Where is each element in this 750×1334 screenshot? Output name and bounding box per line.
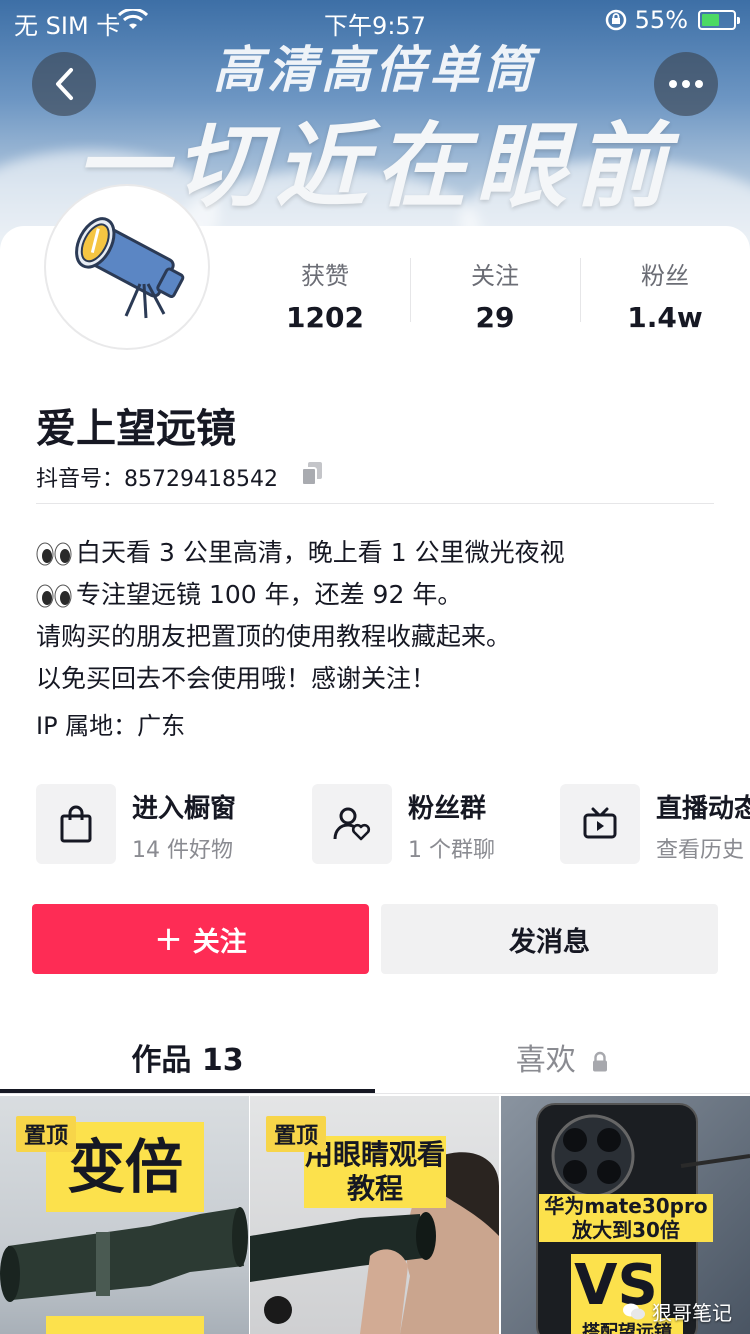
video-thumbnail[interactable]: 华为mate30pro放大到30倍 VS 搭配望远镜 狠哥笔记 bbox=[501, 1096, 750, 1334]
profile-divider bbox=[36, 503, 714, 504]
tab-works-label: 作品 13 bbox=[131, 1043, 244, 1078]
copy-icon[interactable] bbox=[300, 461, 324, 487]
bio-text: 专注望远镜 100 年，还差 92 年。 bbox=[76, 580, 463, 609]
avatar[interactable] bbox=[44, 184, 210, 350]
feature-fan-group[interactable]: 粉丝群 1 个群聊 bbox=[312, 784, 552, 864]
pinned-badge: 置顶 bbox=[266, 1116, 327, 1152]
stat-label: 粉丝 bbox=[641, 262, 689, 290]
lock-icon bbox=[593, 1051, 608, 1071]
chevron-left-icon bbox=[56, 68, 73, 100]
eyes-emoji-icon bbox=[36, 542, 72, 566]
bio-line: 专注望远镜 100 年，还差 92 年。 bbox=[36, 574, 565, 616]
video-subtitle-banner bbox=[46, 1316, 204, 1334]
status-bar: 无 SIM 卡 下午9:57 55% bbox=[0, 0, 750, 40]
more-dots-icon bbox=[669, 80, 703, 88]
profile-bio: 白天看 3 公里高清，晚上看 1 公里微光夜视 专注望远镜 100 年，还差 9… bbox=[36, 532, 565, 700]
fan-group-icon bbox=[333, 807, 371, 841]
profile-stats: 获赞 1202 关注 29 粉丝 1.4w bbox=[240, 256, 750, 334]
more-button[interactable] bbox=[654, 52, 718, 116]
bio-line: 请购买的朋友把置顶的使用教程收藏起来。 bbox=[36, 622, 512, 651]
tab-divider bbox=[0, 1093, 750, 1094]
stat-followers[interactable]: 粉丝 1.4w bbox=[580, 256, 750, 334]
follow-button[interactable]: + 关注 bbox=[32, 904, 369, 974]
eyes-emoji-icon bbox=[36, 584, 72, 608]
pinned-badge: 置顶 bbox=[16, 1116, 77, 1152]
message-button[interactable]: 发消息 bbox=[381, 904, 718, 974]
stat-value: 1202 bbox=[286, 301, 364, 334]
watermark: 狠哥笔记 bbox=[622, 1297, 732, 1326]
stat-likes[interactable]: 获赞 1202 bbox=[240, 256, 410, 334]
message-label: 发消息 bbox=[509, 926, 590, 958]
video-title: 华为mate30pro放大到30倍 bbox=[539, 1194, 713, 1242]
profile-nickname: 爱上望远镜 bbox=[36, 406, 236, 452]
tab-likes[interactable]: 喜欢 bbox=[375, 1035, 750, 1079]
follow-label: 关注 bbox=[192, 926, 247, 958]
ip-location: IP 属地：广东 bbox=[36, 712, 186, 740]
feature-subtitle: 查看历史 bbox=[656, 838, 745, 863]
rotation-lock-icon bbox=[605, 9, 627, 31]
feature-live-history[interactable]: 直播动态 查看历史 bbox=[560, 784, 750, 864]
battery-percent: 55% bbox=[634, 6, 688, 34]
tab-likes-label: 喜欢 bbox=[515, 1043, 576, 1078]
bio-text: 白天看 3 公里高清，晚上看 1 公里微光夜视 bbox=[76, 538, 565, 567]
telescope-avatar-icon bbox=[75, 217, 185, 319]
tv-icon bbox=[583, 807, 617, 839]
back-button[interactable] bbox=[32, 52, 96, 116]
plus-icon: + bbox=[154, 919, 183, 959]
feature-subtitle: 14 件好物 bbox=[132, 838, 233, 863]
stat-value: 1.4w bbox=[627, 301, 703, 334]
douyin-id: 抖音号：85729418542 bbox=[36, 467, 278, 492]
bio-line: 以免买回去不会使用哦！感谢关注！ bbox=[36, 664, 437, 693]
feature-title: 粉丝群 bbox=[408, 794, 487, 824]
video-thumbnail[interactable]: 用眼睛观看教程 置顶 bbox=[250, 1096, 499, 1334]
stat-value: 29 bbox=[475, 301, 515, 334]
stat-following[interactable]: 关注 29 bbox=[410, 256, 580, 334]
battery-icon bbox=[698, 10, 740, 30]
video-thumbnail[interactable]: 变倍 置顶 bbox=[0, 1096, 249, 1334]
feature-subtitle: 1 个群聊 bbox=[408, 838, 495, 863]
shopping-bag-icon bbox=[60, 805, 92, 843]
feature-icon-box bbox=[36, 784, 116, 864]
stat-label: 关注 bbox=[471, 262, 519, 290]
watermark-text: 狠哥笔记 bbox=[652, 1301, 732, 1325]
wechat-icon bbox=[623, 1303, 645, 1319]
feature-icon-box bbox=[560, 784, 640, 864]
bio-line: 白天看 3 公里高清，晚上看 1 公里微光夜视 bbox=[36, 532, 565, 574]
feature-title: 进入橱窗 bbox=[132, 794, 237, 824]
feature-icon-box bbox=[312, 784, 392, 864]
stat-label: 获赞 bbox=[301, 262, 349, 290]
feature-title: 直播动态 bbox=[656, 794, 750, 824]
tab-works[interactable]: 作品 13 bbox=[0, 1035, 375, 1079]
video-grid: 变倍 置顶 用眼睛观看教程 置顶 华为mate30pro放大到30倍 VS 搭配… bbox=[0, 1096, 750, 1334]
feature-shop-window[interactable]: 进入橱窗 14 件好物 bbox=[36, 784, 296, 864]
